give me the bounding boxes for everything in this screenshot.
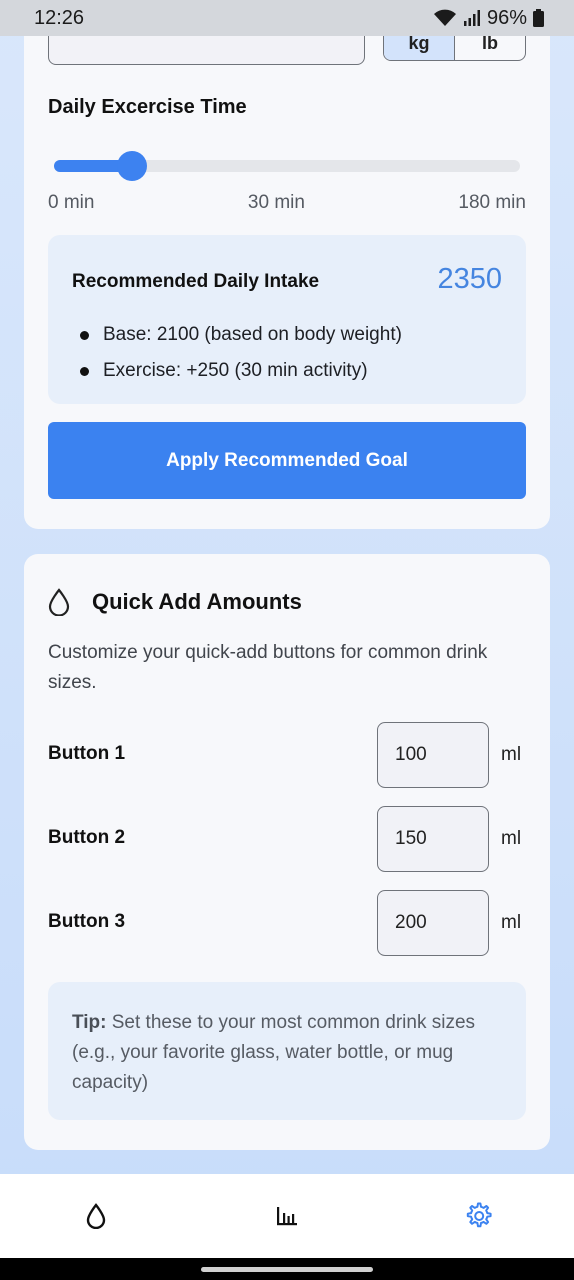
list-item: Base: 2100 (based on body weight) bbox=[80, 317, 402, 353]
status-icons: 96% bbox=[433, 7, 544, 30]
battery-icon bbox=[533, 9, 544, 27]
apply-recommended-goal-button[interactable]: Apply Recommended Goal bbox=[48, 422, 526, 499]
slider-max-label: 180 min bbox=[458, 192, 526, 213]
wifi-icon bbox=[433, 9, 456, 26]
intake-title: Recommended Daily Intake bbox=[72, 271, 320, 292]
slider-thumb[interactable] bbox=[117, 151, 147, 181]
quick-add-header: Quick Add Amounts bbox=[48, 588, 302, 616]
bullet-icon bbox=[80, 366, 89, 376]
bar-chart-icon bbox=[277, 1207, 297, 1226]
home-gesture-handle[interactable] bbox=[201, 1267, 373, 1272]
quick-add-amount-input[interactable] bbox=[377, 722, 489, 788]
tip-label: Tip: bbox=[72, 1012, 107, 1033]
intake-breakdown-list: Base: 2100 (based on body weight) Exerci… bbox=[80, 317, 402, 389]
intake-item-base: Base: 2100 (based on body weight) bbox=[103, 324, 402, 345]
nav-tab-statistics[interactable] bbox=[273, 1202, 301, 1230]
status-time: 12:26 bbox=[34, 6, 85, 29]
gear-icon bbox=[466, 1202, 492, 1228]
water-drop-icon bbox=[48, 588, 70, 616]
recommended-intake-box: Recommended Daily Intake 2350 Base: 2100… bbox=[48, 235, 526, 404]
quick-add-row-label: Button 2 bbox=[48, 827, 126, 848]
quick-add-amount-input[interactable] bbox=[377, 890, 489, 956]
nav-tab-tracker[interactable] bbox=[82, 1202, 110, 1230]
slider-mid-label: 30 min bbox=[247, 192, 305, 213]
tip-text: Set these to your most common drink size… bbox=[72, 1012, 476, 1093]
exercise-time-label: Daily Excercise Time bbox=[48, 96, 247, 118]
bullet-icon bbox=[80, 330, 89, 340]
quick-add-row-label: Button 3 bbox=[48, 911, 126, 932]
tip-box: Tip: Set these to your most common drink… bbox=[48, 982, 526, 1120]
battery-percent: 96% bbox=[486, 6, 527, 29]
quick-add-card: Quick Add Amounts Customize your quick-a… bbox=[24, 554, 550, 1150]
quick-add-row-2: Button 2 ml bbox=[48, 806, 526, 872]
quick-add-description: Customize your quick-add buttons for com… bbox=[48, 642, 488, 693]
quick-add-title: Quick Add Amounts bbox=[92, 589, 302, 614]
unit-label: ml bbox=[501, 828, 522, 849]
signal-icon bbox=[463, 10, 480, 26]
slider-min-label: 0 min bbox=[48, 192, 95, 213]
list-item: Exercise: +250 (30 min activity) bbox=[80, 353, 402, 389]
slider-labels: 0 min 30 min 180 min bbox=[48, 192, 526, 214]
quick-add-row-1: Button 1 ml bbox=[48, 722, 526, 788]
nav-tab-settings[interactable] bbox=[464, 1202, 492, 1230]
bottom-navigation bbox=[0, 1174, 574, 1258]
intake-value: 2350 bbox=[437, 263, 502, 295]
quick-add-row-3: Button 3 ml bbox=[48, 890, 526, 956]
unit-label: ml bbox=[501, 912, 522, 933]
quick-add-row-label: Button 1 bbox=[48, 743, 126, 764]
status-bar: 12:26 96% bbox=[0, 0, 574, 36]
exercise-time-slider[interactable] bbox=[54, 151, 520, 181]
unit-label: ml bbox=[501, 744, 522, 765]
intake-item-exercise: Exercise: +250 (30 min activity) bbox=[103, 360, 368, 381]
gesture-navigation-bar bbox=[0, 1258, 574, 1280]
daily-goal-card: kg lb Daily Excercise Time 0 min 30 min … bbox=[24, 0, 550, 529]
quick-add-amount-input[interactable] bbox=[377, 806, 489, 872]
water-drop-icon bbox=[86, 1203, 106, 1229]
